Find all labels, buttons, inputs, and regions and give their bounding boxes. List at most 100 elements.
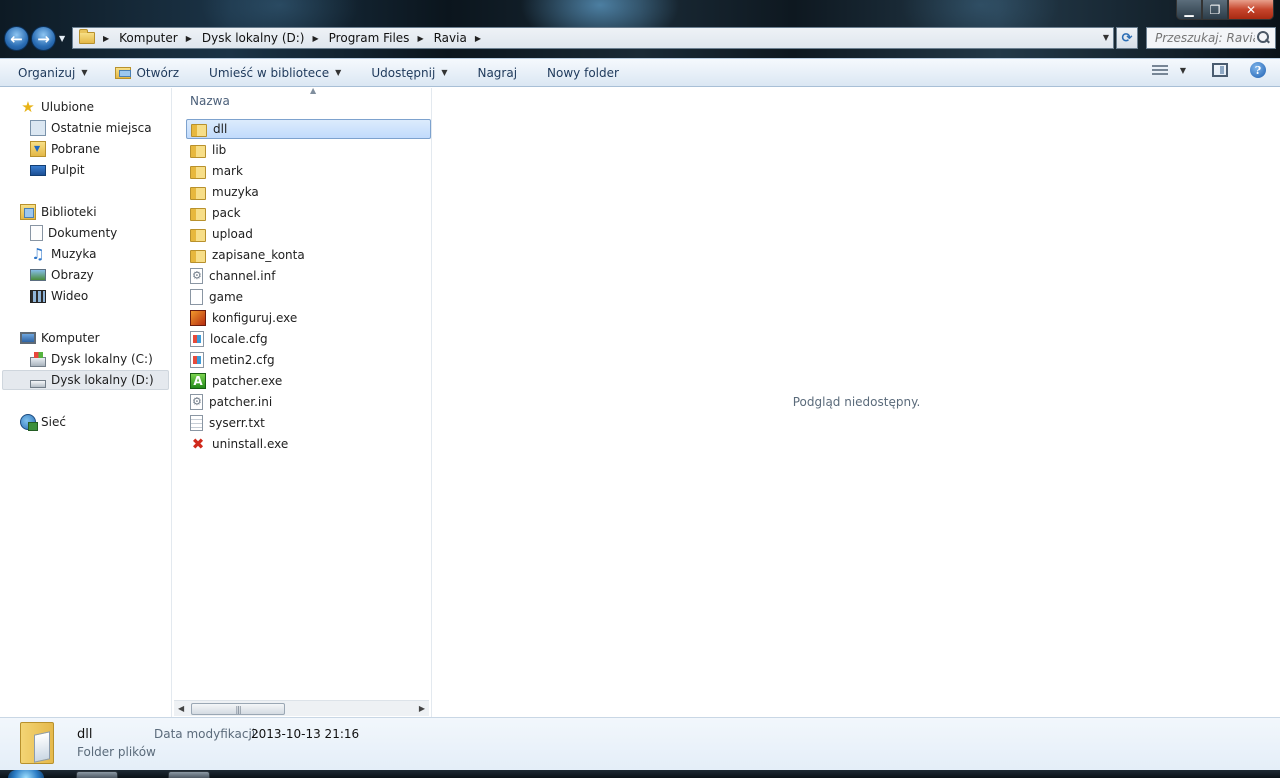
close-button[interactable]: ✕ <box>1228 0 1274 20</box>
file-name: patcher.ini <box>209 395 273 409</box>
recent-places-icon <box>30 120 46 136</box>
breadcrumb-ravia[interactable]: Ravia <box>434 31 467 45</box>
patcher-app-icon: A <box>190 373 206 389</box>
search-box[interactable] <box>1146 27 1276 49</box>
scroll-thumb[interactable]: ||| <box>191 703 285 715</box>
breadcrumb-computer[interactable]: Komputer <box>119 31 178 45</box>
file-name: pack <box>212 206 241 220</box>
windows-drive-icon <box>30 352 46 367</box>
organize-button[interactable]: Organizuj ▼ <box>10 61 95 85</box>
horizontal-scrollbar[interactable]: ◀ ||| ▶ <box>174 700 429 716</box>
share-button[interactable]: Udostępnij ▼ <box>363 61 455 85</box>
start-button[interactable] <box>8 770 44 778</box>
new-folder-label: Nowy folder <box>547 65 619 80</box>
sidebar-item-videos[interactable]: Wideo <box>30 286 88 306</box>
folder-icon <box>190 144 206 158</box>
sidebar-item-music[interactable]: ♫ Muzyka <box>30 244 96 264</box>
include-in-library-label: Umieść w bibliotece <box>209 65 330 80</box>
file-item-lib[interactable]: lib <box>186 140 430 160</box>
column-header-label: Nazwa <box>190 94 230 108</box>
window-controls: ▁ ❐ ✕ <box>1176 0 1274 20</box>
folder-icon <box>79 29 95 44</box>
file-item-patcher-exe[interactable]: A patcher.exe <box>186 371 430 391</box>
file-item-game[interactable]: game <box>186 287 430 307</box>
sidebar-item-pictures[interactable]: Obrazy <box>30 265 94 285</box>
computer-icon <box>20 332 36 344</box>
change-view-icon[interactable] <box>1151 64 1168 76</box>
breadcrumb-separator[interactable]: ▶ <box>313 34 319 43</box>
column-header-name[interactable]: Nazwa ▲ <box>172 86 431 114</box>
file-item-channel-inf[interactable]: channel.inf <box>186 266 430 286</box>
file-item-muzyka[interactable]: muzyka <box>186 182 430 202</box>
refresh-button[interactable]: ⟳ <box>1116 27 1138 49</box>
breadcrumb-separator[interactable]: ▶ <box>475 34 481 43</box>
sidebar-item-computer[interactable]: Komputer <box>20 328 100 348</box>
file-item-syserr-txt[interactable]: syserr.txt <box>186 413 430 433</box>
sidebar-item-label: Komputer <box>41 331 100 345</box>
preview-pane: Podgląd niedostępny. <box>433 88 1280 717</box>
minimize-button[interactable]: ▁ <box>1176 0 1202 20</box>
breadcrumb-program-files[interactable]: Program Files <box>329 31 410 45</box>
address-bar[interactable]: ▶ Komputer ▶ Dysk lokalny (D:) ▶ Program… <box>72 27 1114 49</box>
file-item-locale-cfg[interactable]: locale.cfg <box>186 329 430 349</box>
open-button[interactable]: Otwórz <box>107 61 187 85</box>
sidebar-item-documents[interactable]: Dokumenty <box>30 223 117 243</box>
breadcrumb-separator[interactable]: ▶ <box>186 34 192 43</box>
file-name: mark <box>212 164 243 178</box>
star-icon: ★ <box>21 98 35 116</box>
details-date-value: 2013-10-13 21:16 <box>251 727 360 741</box>
folder-icon <box>190 207 206 221</box>
file-item-patcher-ini[interactable]: patcher.ini <box>186 392 430 412</box>
file-item-uninstall-exe[interactable]: ✖ uninstall.exe <box>186 434 430 454</box>
file-item-dll[interactable]: dll <box>186 119 431 139</box>
file-item-upload[interactable]: upload <box>186 224 430 244</box>
file-item-pack[interactable]: pack <box>186 203 430 223</box>
file-item-zapisane-konta[interactable]: zapisane_konta <box>186 245 430 265</box>
sidebar-item-label: Ostatnie miejsca <box>51 121 152 135</box>
scroll-left-icon[interactable]: ◀ <box>178 704 184 713</box>
breadcrumb-separator[interactable]: ▶ <box>417 34 423 43</box>
cfg-file-icon <box>190 331 204 347</box>
address-dropdown-icon[interactable]: ▼ <box>1103 33 1109 42</box>
back-button[interactable]: ← <box>4 26 29 51</box>
view-controls: ▼ ? <box>1151 62 1266 78</box>
search-icon[interactable] <box>1255 30 1271 46</box>
chevron-down-icon[interactable]: ▼ <box>1180 66 1186 75</box>
file-item-mark[interactable]: mark <box>186 161 430 181</box>
search-input[interactable] <box>1147 31 1255 45</box>
konfiguruj-app-icon <box>190 310 206 326</box>
sidebar-item-desktop[interactable]: Pulpit <box>30 160 85 180</box>
sidebar-item-recent-places[interactable]: Ostatnie miejsca <box>30 118 152 138</box>
sidebar-item-network[interactable]: Sieć <box>20 412 66 432</box>
forward-button[interactable]: → <box>31 26 56 51</box>
breadcrumb-separator[interactable]: ▶ <box>103 34 109 43</box>
file-item-metin2-cfg[interactable]: metin2.cfg <box>186 350 430 370</box>
maximize-button[interactable]: ❐ <box>1202 0 1228 20</box>
folder-icon <box>190 249 206 263</box>
breadcrumb-drive-d[interactable]: Dysk lokalny (D:) <box>202 31 305 45</box>
file-name: channel.inf <box>209 269 276 283</box>
share-label: Udostępnij <box>371 65 436 80</box>
open-label: Otwórz <box>136 65 180 80</box>
file-name: muzyka <box>212 185 259 199</box>
sidebar-item-label: Ulubione <box>41 100 95 114</box>
preview-pane-toggle-icon[interactable] <box>1212 63 1228 77</box>
scroll-right-icon[interactable]: ▶ <box>419 704 425 713</box>
sidebar-item-label: Sieć <box>41 415 66 429</box>
taskbar-button[interactable] <box>168 771 210 778</box>
sidebar-item-favorites[interactable]: ★ Ulubione <box>20 97 94 117</box>
help-icon[interactable]: ? <box>1250 62 1266 78</box>
burn-button[interactable]: Nagraj <box>469 61 525 85</box>
file-name: locale.cfg <box>210 332 268 346</box>
include-in-library-button[interactable]: Umieść w bibliotece ▼ <box>201 61 349 85</box>
sidebar-item-drive-c[interactable]: Dysk lokalny (C:) <box>30 349 153 369</box>
sidebar-item-downloads[interactable]: Pobrane <box>30 139 100 159</box>
new-folder-button[interactable]: Nowy folder <box>539 61 627 85</box>
file-item-konfiguruj-exe[interactable]: konfiguruj.exe <box>186 308 430 328</box>
sidebar-item-drive-d[interactable]: Dysk lokalny (D:) <box>2 370 169 390</box>
sidebar-item-libraries[interactable]: Biblioteki <box>20 202 97 222</box>
file-name: konfiguruj.exe <box>212 311 298 325</box>
recent-pages-dropdown[interactable]: ▼ <box>59 34 65 43</box>
music-note-icon: ♫ <box>31 245 45 263</box>
taskbar-button[interactable] <box>76 771 118 778</box>
